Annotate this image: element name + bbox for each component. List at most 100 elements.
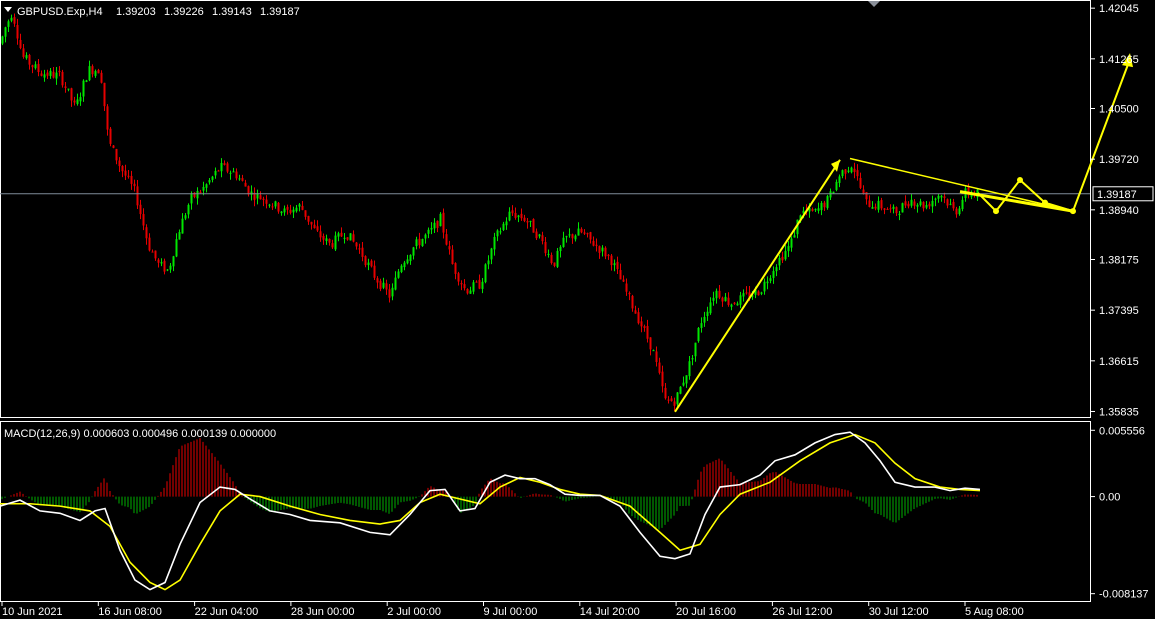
candle-bear [358,248,361,250]
candle-bear [271,206,274,208]
candle-bear [340,232,343,237]
candle-bull [94,71,97,76]
trading-chart[interactable]: 1.42045 1.41265 1.40500 1.39720 1.38940 1.381… [0,0,1155,619]
candle-bull [430,227,433,230]
candle-bull [517,215,520,218]
candle-bull [280,211,283,214]
candle-bull [439,213,442,227]
price-tick-label: 1.35835 [1099,406,1139,418]
candle-bull [838,176,841,183]
time-tick-label: 20 Jul 16:00 [676,606,736,618]
candle-bear [127,175,130,177]
candle-bull [490,248,493,260]
candle-bull [481,281,484,289]
candle-bear [73,100,76,103]
candle-bull [736,303,739,306]
price-tick-label: 1.42045 [1099,3,1139,15]
candle-bear [277,202,280,212]
candle-bear [757,291,760,296]
candle-bull [577,228,580,236]
candle-bear [64,86,67,88]
candle-bear [70,88,73,101]
candle-bull [43,74,46,78]
candle-bear [265,199,268,204]
candle-bear [61,71,64,86]
candle-bear [247,186,250,195]
candle-bull [415,239,418,247]
candle-bear [286,206,289,210]
candle-bull [214,170,217,176]
candle-bull [403,262,406,268]
candle-bull [298,204,301,207]
current-price-tag: 1.39187 [1092,186,1154,202]
candle-bear [448,246,451,250]
candle-bull [85,80,88,82]
candle-bull [703,316,706,323]
candle-bear [859,177,862,188]
candle-bear [886,208,889,210]
candle-bear [853,168,856,173]
candle-bear [130,175,133,184]
candle-bull [196,191,199,199]
time-tick-label: 26 Jul 12:00 [772,606,832,618]
candle-bear [52,71,55,78]
macd-tick-label: 0.00 [1099,492,1120,504]
candle-bear [28,54,31,65]
candle-bear [889,208,892,210]
candle-bull [250,191,253,195]
candle-bear [157,259,160,263]
candle-bull [925,205,928,208]
candle-bull [184,215,187,219]
candle-bear [463,284,466,289]
candle-bull [397,271,400,278]
candle-bear [844,169,847,174]
candle-bear [895,207,898,214]
candle-bull [688,361,691,377]
candle-bull [934,198,937,200]
candle-bull [229,172,232,174]
candle-bull [334,235,337,250]
candle-bear [664,387,667,399]
candle-bear [331,243,334,248]
candle-bear [262,198,265,200]
candle-bear [91,66,94,75]
candle-bull [496,230,499,237]
candle-bear [139,204,142,215]
candle-bull [820,202,823,211]
candle-bear [532,219,535,233]
candle-bear [631,295,634,309]
candle-bull [49,70,52,76]
candle-bear [97,69,100,74]
candle-bull [181,218,184,234]
candle-bull [715,290,718,299]
candle-bull [367,262,370,266]
candle-bull [871,207,874,209]
high-value: 1.39226 [164,6,204,18]
candle-bear [928,203,931,207]
candle-bear [121,165,124,172]
candle-bear [661,371,664,387]
candle-bull [724,296,727,302]
candle-bull [424,234,427,239]
candle-bull [166,269,169,271]
candle-bear [550,254,553,264]
candle-bull [790,238,793,248]
candle-bear [619,270,622,280]
candle-bear [589,232,592,240]
candle-bull [169,265,172,270]
candle-bear [811,209,814,211]
candle-bull [613,263,616,266]
candle-bear [154,250,157,259]
candle-bear [610,255,613,266]
candle-bull [694,342,697,357]
candle-bear [388,289,391,298]
candle-bull [685,375,688,384]
candle-bull [499,231,502,233]
candle-bull [484,264,487,283]
candle-bull [343,237,346,239]
candle-bull [760,292,763,294]
price-tick-label: 1.40500 [1099,104,1139,116]
candle-bear [955,208,958,215]
candle-bear [58,70,61,73]
candle-bull [325,238,328,242]
